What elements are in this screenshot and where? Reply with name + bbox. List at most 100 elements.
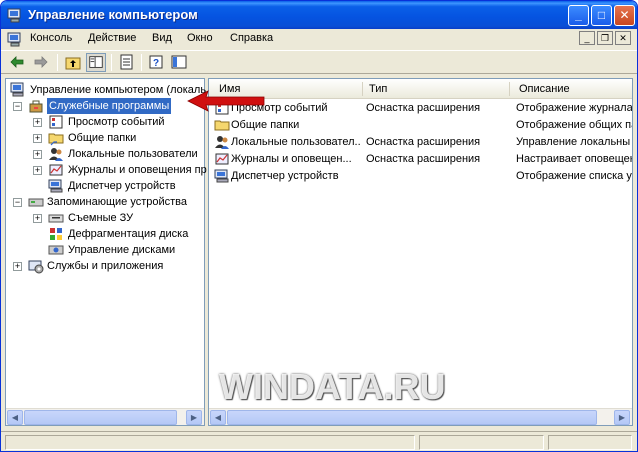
removable-storage-icon — [48, 214, 64, 223]
tree-item-label: Службы и приложения — [47, 260, 164, 272]
expand-toggle[interactable]: + — [33, 166, 42, 175]
help-icon[interactable]: ? — [147, 53, 167, 72]
collapse-toggle[interactable]: − — [13, 102, 22, 111]
mdi-restore-button[interactable]: ❐ — [597, 31, 613, 45]
menu-console[interactable]: Консоль — [30, 32, 72, 44]
tree-item-label: Съемные ЗУ — [68, 212, 134, 224]
cell-description: Отображение списка у — [516, 170, 632, 182]
status-bar — [1, 431, 637, 451]
users-icon — [215, 136, 229, 149]
tree-item-label: Общие папки — [68, 132, 137, 144]
export-list-icon[interactable] — [117, 53, 137, 72]
shared-folder-icon — [48, 133, 64, 146]
minimize-button[interactable]: _ — [568, 5, 589, 26]
column-header-type[interactable]: Тип — [369, 83, 387, 95]
menu-help[interactable]: Справка — [230, 32, 273, 44]
list-horizontal-scrollbar[interactable]: ◀ ▶ — [209, 408, 632, 425]
cell-description: Отображение общих па — [516, 119, 632, 131]
tree-item-label: Запоминающие устройства — [47, 196, 188, 208]
performance-logs-icon — [49, 164, 63, 176]
status-cell — [548, 435, 632, 450]
toolbar-separator — [57, 54, 58, 71]
cell-description: Управление локальны — [516, 136, 631, 148]
expand-toggle[interactable]: + — [33, 150, 42, 159]
tree-item-label: Управление дисками — [68, 244, 176, 256]
annotation-arrow-icon — [187, 90, 265, 112]
scroll-right-button[interactable]: ▶ — [186, 410, 202, 425]
expand-toggle[interactable]: + — [13, 262, 22, 271]
expand-toggle[interactable]: + — [33, 134, 42, 143]
cell-name: Диспетчер устройств — [231, 170, 339, 182]
list-row[interactable]: Просмотр событий Оснастка расширения Ото… — [209, 100, 632, 117]
tree-item-label: Локальные пользователи — [68, 148, 198, 160]
list-row[interactable]: Журналы и оповещен... Оснастка расширени… — [209, 151, 632, 168]
defragmenter-icon — [50, 228, 62, 240]
mdi-close-button[interactable]: ✕ — [615, 31, 631, 45]
menu-bar: Консоль Действие Вид Окно Справка _ ❐ ✕ — [1, 29, 637, 49]
maximize-button[interactable]: □ — [591, 5, 612, 26]
tree-item-label: Дефрагментация диска — [68, 228, 189, 240]
watermark: WINDATA.RU — [219, 366, 446, 407]
shared-folder-icon — [214, 120, 230, 131]
scroll-left-button[interactable]: ◀ — [210, 410, 226, 425]
close-button[interactable]: ✕ — [614, 5, 635, 26]
status-cell — [419, 435, 544, 450]
tree-item-label: Диспетчер устройств — [68, 180, 176, 192]
performance-logs-icon — [215, 153, 229, 165]
mdi-minimize-button[interactable]: _ — [579, 31, 595, 45]
computer-icon — [10, 82, 24, 97]
properties-icon[interactable] — [169, 53, 189, 72]
device-manager-icon — [48, 179, 63, 193]
tree-item-label: Журналы и оповещения пр — [68, 164, 207, 176]
computer-management-window: Управление компьютером _ □ ✕ Консоль Дей… — [0, 0, 638, 452]
show-hide-tree-icon[interactable] — [86, 53, 106, 72]
cell-type: Оснастка расширения — [366, 136, 481, 148]
tree-item-label: Служебные программы — [47, 98, 172, 114]
cell-description: Настраивает оповещен — [516, 153, 632, 165]
back-arrow-icon[interactable] — [7, 53, 27, 72]
tree-item-label: Просмотр событий — [68, 116, 165, 128]
expand-toggle[interactable]: + — [33, 118, 42, 127]
disk-management-icon — [48, 245, 64, 255]
up-folder-icon[interactable] — [63, 53, 83, 72]
toolbar-separator — [111, 54, 112, 71]
services-applications-icon — [28, 260, 44, 274]
console-tree-pane[interactable]: Управление компьютером (локаль − Служебн… — [5, 78, 207, 426]
title-bar[interactable]: Управление компьютером _ □ ✕ — [1, 1, 637, 29]
menu-window[interactable]: Окно — [187, 32, 213, 44]
cell-name: Локальные пользовател... — [231, 136, 361, 148]
cell-description: Отображение журнала — [516, 102, 632, 114]
column-divider[interactable] — [362, 82, 363, 96]
scroll-left-button[interactable]: ◀ — [7, 410, 23, 425]
toolbar: ? — [1, 50, 637, 74]
tree-root-label: Управление компьютером (локаль — [30, 84, 207, 96]
device-manager-icon — [214, 169, 229, 183]
tree-horizontal-scrollbar[interactable]: ◀ ▶ — [6, 408, 204, 425]
cell-type: Оснастка расширения — [366, 153, 481, 165]
storage-icon — [28, 198, 44, 207]
scroll-thumb[interactable] — [227, 410, 597, 425]
forward-arrow-icon[interactable] — [31, 53, 51, 72]
expand-toggle[interactable]: + — [33, 214, 42, 223]
list-row[interactable]: Локальные пользовател... Оснастка расшир… — [209, 134, 632, 151]
computer-management-icon — [7, 8, 21, 23]
menu-view[interactable]: Вид — [152, 32, 172, 44]
cell-type: Оснастка расширения — [366, 102, 481, 114]
console-icon[interactable] — [7, 31, 23, 47]
column-header-description[interactable]: Описание — [519, 83, 570, 95]
scroll-right-button[interactable]: ▶ — [614, 410, 630, 425]
cell-name: Журналы и оповещен... — [231, 153, 352, 165]
column-divider[interactable] — [509, 82, 510, 96]
collapse-toggle[interactable]: − — [13, 198, 22, 207]
toolbar-separator — [141, 54, 142, 71]
status-cell — [5, 435, 415, 450]
list-row[interactable]: Диспетчер устройств Отображение списка у — [209, 168, 632, 185]
list-row[interactable]: Общие папки Отображение общих па — [209, 117, 632, 134]
toolbox-icon — [29, 100, 43, 113]
users-icon — [49, 148, 63, 161]
list-header: Имя Тип Описание — [209, 79, 632, 99]
scroll-thumb[interactable] — [24, 410, 177, 425]
menu-action[interactable]: Действие — [88, 32, 136, 44]
event-viewer-icon — [49, 115, 63, 129]
svg-text:?: ? — [153, 58, 159, 69]
